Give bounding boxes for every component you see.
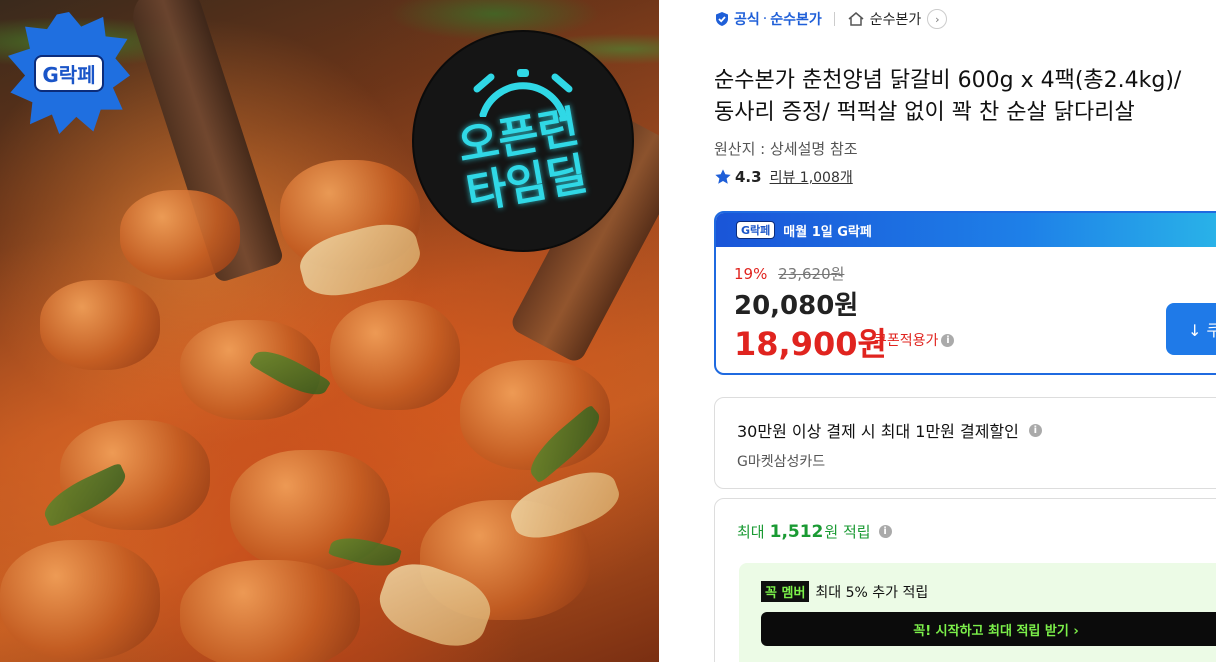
points-suffix: 원 적립	[824, 523, 871, 541]
product-title-line2: 동사리 증정/ 퍽퍽살 없이 꽉 찬 순살 닭다리살	[714, 100, 1135, 125]
product-title-line1: 순수본가 춘천양념 닭갈비 600g x 4팩(총2.4kg)/	[714, 68, 1182, 93]
brand-bar: 공식 · 순수본가 순수본가 ›	[714, 8, 948, 30]
store-name-link[interactable]: 순수본가	[870, 9, 922, 29]
chicken-piece	[180, 560, 360, 662]
product-info-panel: 공식 · 순수본가 순수본가 › 순수본가 춘천양념 닭갈비 600g x 4팩…	[714, 0, 1216, 662]
official-shield-icon	[716, 12, 728, 26]
rating-value: 4.3	[735, 168, 762, 186]
product-title: 순수본가 춘천양념 닭갈비 600g x 4팩(총2.4kg)/ 동사리 증정/…	[714, 65, 1216, 129]
chicken-piece	[330, 300, 460, 410]
chicken-piece	[40, 280, 160, 370]
member-promo-box: 꼭 멤버 최대 5% 추가 적립 꼭! 시작하고 최대 적립 받기 ›	[739, 563, 1216, 662]
discount-row: 19% 23,620원	[734, 263, 844, 284]
store-arrow-icon[interactable]: ›	[927, 9, 948, 29]
coupon-label-text: 쿠폰적용가	[874, 333, 939, 349]
g-rakpe-logo-text: G락페	[34, 54, 104, 92]
discount-rate: 19%	[734, 265, 768, 283]
chicken-piece	[0, 540, 160, 660]
sale-price: 20,080원	[734, 291, 859, 321]
original-price: 23,620원	[778, 265, 845, 283]
price-header-banner: G락페 매월 1일 G락페	[716, 213, 1216, 247]
brand-link[interactable]: 순수본가	[770, 9, 822, 29]
card-promo-text: 30만원 이상 결제 시 최대 1만원 결제할인	[737, 422, 1019, 441]
coupon-price: 18,900원	[734, 325, 887, 363]
price-box: G락페 매월 1일 G락페 19% 23,620원 20,080원 18,900…	[714, 211, 1216, 375]
timedeal-label: 오픈런 타임딜	[455, 101, 592, 220]
official-label: 공식	[734, 12, 760, 28]
product-main-image[interactable]: G락페 오픈런 타임딜	[0, 0, 659, 662]
max-points-row: 최대 1,512 원 적립 i	[737, 521, 892, 542]
card-discount-box[interactable]: 30만원 이상 결제 시 최대 1만원 결제할인 i G마켓삼성카드	[714, 397, 1216, 489]
coupon-price-label: 쿠폰적용가 i	[874, 330, 955, 350]
open-run-timedeal-badge: 오픈런 타임딜	[414, 32, 632, 250]
points-box: 최대 1,512 원 적립 i 꼭 멤버 최대 5% 추가 적립 꼭! 시작하고…	[714, 498, 1216, 662]
brand-separator: ·	[762, 11, 768, 27]
rating-row: 4.3 리뷰 1,008개	[714, 167, 853, 187]
points-amount: 1,512	[769, 521, 824, 542]
member-start-button[interactable]: 꼭! 시작하고 최대 적립 받기 ›	[761, 612, 1216, 646]
member-row: 꼭 멤버 최대 5% 추가 적립	[761, 581, 928, 602]
review-count-link[interactable]: 리뷰 1,008개	[770, 167, 853, 187]
member-badge: 꼭 멤버	[761, 581, 810, 602]
chicken-piece	[120, 190, 240, 280]
points-prefix: 최대	[737, 523, 765, 541]
origin-info: 원산지 : 상세설명 참조	[714, 140, 858, 158]
member-extra-text: 최대 5% 추가 적립	[815, 584, 929, 601]
chicken-piece	[60, 420, 210, 530]
info-icon[interactable]: i	[941, 333, 955, 347]
star-icon	[715, 169, 731, 184]
info-icon[interactable]: i	[1028, 423, 1042, 437]
g-rakpe-mini-logo: G락페	[736, 221, 776, 239]
coupon-download-button[interactable]: ↓ 쿠	[1166, 303, 1216, 355]
card-name: G마켓삼성카드	[737, 454, 826, 470]
info-icon[interactable]: i	[878, 525, 892, 538]
divider	[833, 12, 835, 26]
store-home-icon[interactable]	[847, 10, 865, 28]
price-header-label: 매월 1일 G락페	[783, 224, 872, 240]
card-promo-row: 30만원 이상 결제 시 최대 1만원 결제할인 i	[737, 418, 1042, 442]
